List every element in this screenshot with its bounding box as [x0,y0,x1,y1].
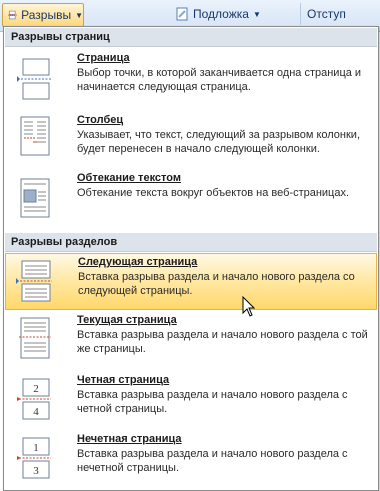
odd-icon-digit-bottom: 3 [33,465,39,477]
page-break-icon [17,58,51,100]
watermark-icon [176,7,188,21]
menu-item-odd-page[interactable]: 1 3 Нечетная страница Вставка разрыва ра… [5,431,377,489]
chevron-down-icon: ▼ [252,9,261,19]
breaks-label: Разрывы [21,8,72,22]
item-title: Обтекание текстом [77,172,181,184]
indent-group-label: Отступ [300,3,380,25]
continuous-break-icon [19,317,51,359]
indent-label: Отступ [307,7,346,21]
item-title: Следующая страница [78,256,198,268]
chevron-down-icon: ▼ [75,10,83,20]
watermark-label: Подложка [193,7,249,21]
item-description: Обтекание текста вокруг объектов на веб-… [77,187,350,199]
even-icon-digit-top: 2 [33,383,39,395]
menu-item-current-page[interactable]: Текущая страница Вставка разрыва раздела… [5,312,377,372]
item-description: Выбор точки, в которой заканчивается одн… [77,67,362,93]
even-icon-digit-bottom: 4 [33,406,39,418]
odd-icon-digit-top: 1 [33,442,39,454]
item-description: Вставка разрыва раздела и начало нового … [77,329,368,355]
breaks-dropdown-menu: Разрывы страниц Страница Выбор точки, в … [3,26,379,491]
item-title: Четная страница [77,374,170,386]
menu-item-text-wrapping[interactable]: Обтекание текстом Обтекание текста вокру… [5,169,377,233]
breaks-icon [8,10,18,20]
column-break-icon [20,116,50,156]
next-page-break-icon [16,260,52,302]
item-description: Указывает, что текст, следующий за разры… [77,129,361,155]
item-description: Вставка разрыва раздела и начало нового … [77,448,348,474]
mouse-pointer-icon [242,296,256,317]
watermark-button[interactable]: Подложка ▼ [170,3,298,25]
breaks-button[interactable]: Разрывы ▼ [2,3,84,27]
menu-item-column-break[interactable]: Столбец Указывает, что текст, следующий … [5,111,377,167]
section-header-page-breaks: Разрывы страниц [5,28,377,47]
section-header-section-breaks: Разрывы разделов [5,233,377,252]
even-page-break-icon: 2 4 [17,378,51,420]
item-description: Вставка разрыва раздела и начало нового … [77,389,348,415]
text-wrapping-icon [20,178,50,218]
menu-item-even-page[interactable]: 2 4 Четная страница Вставка разрыва разд… [5,372,377,430]
item-title: Текущая страница [77,314,177,326]
menu-item-next-page[interactable]: Следующая страница Вставка разрыва разде… [5,253,377,310]
item-title: Нечетная страница [77,433,182,445]
item-title: Страница [77,52,130,64]
odd-page-break-icon: 1 3 [17,437,51,479]
item-description: Вставка разрыва раздела и начало нового … [78,271,355,297]
menu-item-page-break[interactable]: Страница Выбор точки, в которой заканчив… [5,49,377,109]
item-title: Столбец [77,114,124,126]
